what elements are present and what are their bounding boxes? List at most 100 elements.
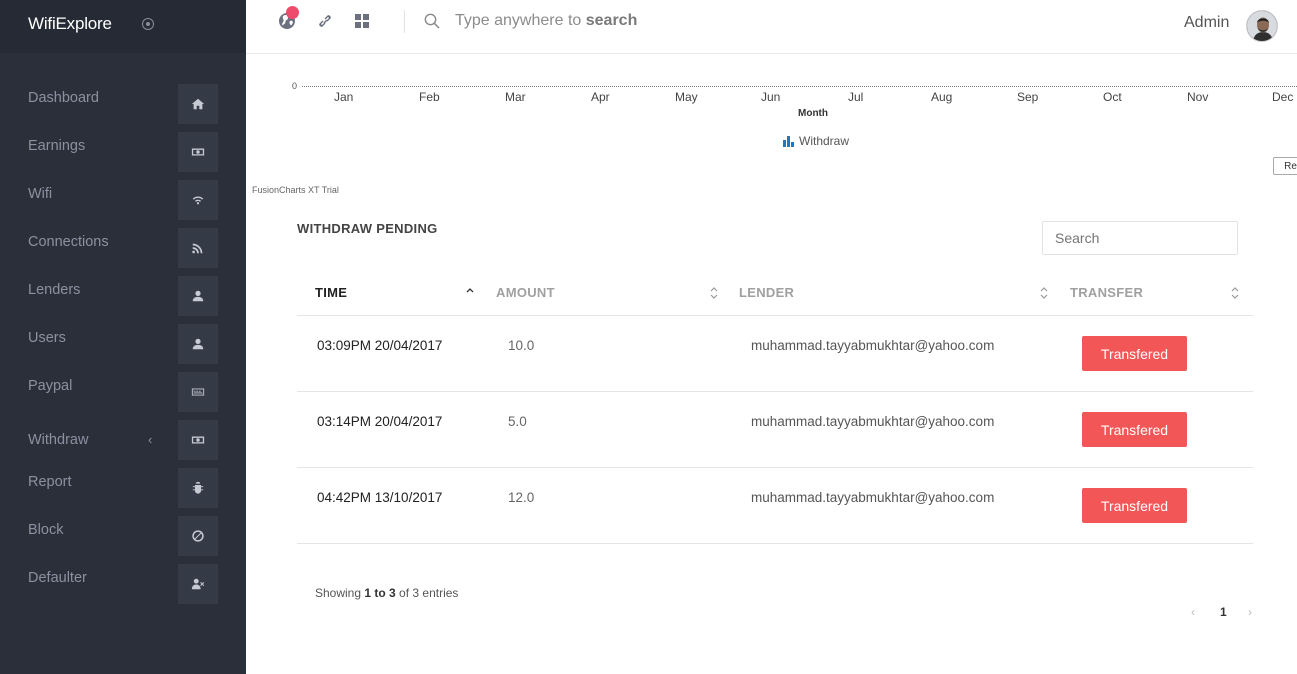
sidebar-header: WifiExplore xyxy=(0,0,246,53)
cell-amount: 5.0 xyxy=(508,414,527,429)
sidebar-item-block[interactable]: Block xyxy=(0,514,246,558)
pagination-next[interactable]: › xyxy=(1248,605,1252,619)
chart-x-tick: Apr xyxy=(591,90,610,104)
sidebar-item-paypal[interactable]: Paypal xyxy=(0,370,246,414)
column-header-amount[interactable]: AMOUNT xyxy=(496,285,555,300)
search-prompt: Type anywhere to xyxy=(455,12,586,29)
table-info-range: 1 to 3 xyxy=(364,586,396,600)
avatar[interactable] xyxy=(1246,10,1278,42)
sidebar-item-earnings[interactable]: Earnings xyxy=(0,130,246,174)
chart-x-axis xyxy=(302,86,1297,87)
transfered-button[interactable]: Transfered xyxy=(1082,488,1187,523)
sidebar-item-defaulter[interactable]: Defaulter xyxy=(0,562,246,606)
chart-x-tick: Jan xyxy=(334,90,354,104)
table-info-suffix: of 3 entries xyxy=(395,586,459,600)
sidebar-item-label: Block xyxy=(28,522,64,538)
section-title: WITHDRAW PENDING xyxy=(297,221,438,236)
brand-logo[interactable]: WifiExplore xyxy=(28,14,112,34)
chart-x-tick: Dec xyxy=(1272,90,1294,104)
sidebar-item-lenders[interactable]: Lenders xyxy=(0,274,246,318)
transfered-button[interactable]: Transfered xyxy=(1082,336,1187,371)
wifi-icon xyxy=(178,180,218,220)
chart-x-tick: Oct xyxy=(1103,90,1122,104)
column-header-lender[interactable]: LENDER xyxy=(739,285,794,300)
sort-icon[interactable] xyxy=(1040,286,1048,300)
notification-badge xyxy=(286,6,299,19)
chart-x-tick: Nov xyxy=(1187,90,1209,104)
cell-lender: muhammad.tayyabmukhtar@yahoo.com xyxy=(751,490,995,505)
search-icon[interactable] xyxy=(424,13,440,29)
sidebar-item-report[interactable]: Report xyxy=(0,466,246,510)
pagination-page[interactable]: 1 xyxy=(1220,605,1227,619)
chart-watermark: FusionCharts XT Trial xyxy=(252,185,339,195)
sidebar-item-label: Connections xyxy=(28,234,109,250)
sort-icon[interactable] xyxy=(1231,286,1239,300)
sidebar-item-label: Dashboard xyxy=(28,90,99,106)
chart-x-tick: Jul xyxy=(848,90,864,104)
cell-time: 03:14PM 20/04/2017 xyxy=(317,414,443,429)
chart-legend-item[interactable]: Withdraw xyxy=(783,134,849,148)
row-divider xyxy=(297,543,1253,544)
chart-x-tick: May xyxy=(675,90,698,104)
chart-x-tick: Feb xyxy=(419,90,440,104)
sidebar-item-label: Report xyxy=(28,474,72,490)
user-icon xyxy=(178,324,218,364)
sidebar-item-users[interactable]: Users xyxy=(0,322,246,366)
link-icon[interactable] xyxy=(316,12,334,30)
table-header-divider xyxy=(297,315,1253,316)
sidebar-item-label: Defaulter xyxy=(28,570,87,586)
chart-reset-button[interactable]: Res xyxy=(1273,157,1297,175)
table-search-input[interactable] xyxy=(1042,221,1238,255)
bug-icon xyxy=(178,468,218,508)
user-times-icon xyxy=(178,564,218,604)
sidebar-item-label: Wifi xyxy=(28,186,53,202)
cell-amount: 10.0 xyxy=(508,338,535,353)
table-info-prefix: Showing xyxy=(315,586,365,600)
chart-x-tick: Aug xyxy=(931,90,953,104)
bar-chart-icon xyxy=(783,135,794,147)
column-header-time[interactable]: TIME xyxy=(315,285,347,300)
grid-icon[interactable] xyxy=(353,12,371,30)
table-info: Showing 1 to 3 of 3 entries xyxy=(315,586,458,600)
sort-asc-icon[interactable] xyxy=(466,286,474,300)
sidebar-item-label: Withdraw xyxy=(28,432,89,448)
cell-lender: muhammad.tayyabmukhtar@yahoo.com xyxy=(751,338,995,353)
user-name[interactable]: Admin xyxy=(1184,14,1229,32)
chevron-left-icon: ‹ xyxy=(148,432,153,447)
chart-legend-label: Withdraw xyxy=(799,134,850,148)
chart-x-tick: Sep xyxy=(1017,90,1039,104)
row-divider xyxy=(297,467,1253,468)
money-icon xyxy=(178,420,218,460)
ban-icon xyxy=(178,516,218,556)
money-icon xyxy=(178,132,218,172)
sidebar-item-label: Earnings xyxy=(28,138,86,154)
sidebar-toggle-icon[interactable] xyxy=(142,18,154,30)
user-icon xyxy=(178,276,218,316)
sidebar-item-dashboard[interactable]: Dashboard xyxy=(0,82,246,126)
chart-y-tick: 0 xyxy=(292,81,298,91)
cell-lender: muhammad.tayyabmukhtar@yahoo.com xyxy=(751,414,995,429)
chart-x-tick: Jun xyxy=(761,90,781,104)
rss-icon xyxy=(178,228,218,268)
pagination-prev[interactable]: ‹ xyxy=(1191,605,1195,619)
sort-icon[interactable] xyxy=(710,286,718,300)
search-prompt-emphasis: search xyxy=(585,12,638,29)
sidebar: WifiExplore Dashboard Earnings Wifi Conn… xyxy=(0,0,246,674)
topbar-divider xyxy=(404,10,405,33)
sidebar-item-label: Users xyxy=(28,330,66,346)
cell-time: 04:42PM 13/10/2017 xyxy=(317,490,443,505)
row-divider xyxy=(297,391,1253,392)
home-icon xyxy=(178,84,218,124)
chart-x-tick: Mar xyxy=(505,90,526,104)
transfered-button[interactable]: Transfered xyxy=(1082,412,1187,447)
cell-amount: 12.0 xyxy=(508,490,535,505)
sidebar-item-withdraw[interactable]: Withdraw ‹ xyxy=(0,418,246,462)
paypal-icon xyxy=(178,372,218,412)
sidebar-item-connections[interactable]: Connections xyxy=(0,226,246,270)
column-header-transfer[interactable]: TRANSFER xyxy=(1070,285,1143,300)
sidebar-item-wifi[interactable]: Wifi xyxy=(0,178,246,222)
global-search-input[interactable]: Type anywhere to search xyxy=(455,12,637,30)
cell-time: 03:09PM 20/04/2017 xyxy=(317,338,443,353)
sidebar-item-label: Lenders xyxy=(28,282,81,298)
sidebar-item-label: Paypal xyxy=(28,378,73,394)
